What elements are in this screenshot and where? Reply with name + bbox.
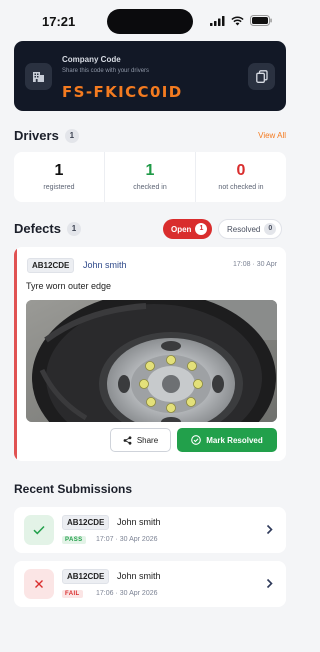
share-button-label: Share (136, 435, 159, 445)
submission-plate: AB12CDE (62, 515, 110, 530)
stat-registered: 1 registered (14, 152, 104, 202)
filter-open-count: 1 (195, 223, 208, 235)
stat-not-checked-in-value: 0 (236, 162, 246, 179)
filter-resolved-count: 0 (264, 223, 277, 235)
defect-description: Tyre worn outer edge (26, 281, 112, 291)
dynamic-island (107, 9, 193, 34)
company-code-subtitle: Share this code with your drivers (62, 68, 150, 74)
submission-time: 17:07 · 30 Apr 2026 (96, 536, 158, 543)
company-code-value: FS-FKICC0ID (62, 83, 183, 101)
filter-resolved-label: Resolved (227, 224, 261, 234)
defect-card[interactable]: AB12CDE John smith 17:08 · 30 Apr Tyre w… (14, 247, 286, 461)
signal-icon (210, 15, 225, 26)
defect-plate: AB12CDE (27, 258, 75, 273)
check-icon (33, 525, 45, 535)
pass-status-icon (24, 515, 54, 545)
stat-registered-value: 1 (54, 162, 64, 179)
filter-open-tab[interactable]: Open 1 (163, 219, 213, 239)
defects-section-header: Defects 1 (14, 221, 81, 236)
wifi-icon (231, 15, 244, 25)
submission-time: 17:06 · 30 Apr 2026 (96, 590, 158, 597)
drivers-title: Drivers (14, 128, 59, 143)
drivers-section-header: Drivers 1 (14, 128, 79, 143)
defects-title: Defects (14, 221, 61, 236)
defect-driver-name: John smith (83, 260, 127, 270)
building-icon (25, 63, 52, 90)
status-icons (210, 15, 272, 26)
stat-checked-in-value: 1 (145, 162, 155, 179)
company-code-card: Company Code Share this code with your d… (14, 41, 286, 111)
stat-not-checked-in: 0 not checked in (195, 152, 286, 202)
filter-resolved-tab[interactable]: Resolved 0 (218, 219, 283, 239)
defects-count-badge: 1 (66, 221, 81, 236)
stat-checked-in: 1 checked in (104, 152, 195, 202)
submission-status-badge: PASS (62, 536, 86, 544)
submission-plate: AB12CDE (62, 569, 110, 584)
mark-resolved-label: Mark Resolved (206, 435, 263, 445)
copy-code-button[interactable] (248, 63, 275, 90)
chevron-right-icon (266, 524, 273, 535)
stat-registered-label: registered (43, 184, 75, 191)
share-button[interactable]: Share (110, 428, 171, 452)
drivers-stats-card: 1 registered 1 checked in 0 not checked … (14, 152, 286, 202)
battery-icon (250, 15, 272, 26)
submission-status-badge: FAIL (62, 590, 83, 598)
mark-resolved-button[interactable]: Mark Resolved (177, 428, 277, 452)
stat-checked-in-label: checked in (133, 184, 167, 191)
cross-icon (35, 580, 43, 588)
check-circle-icon (191, 435, 202, 445)
defect-photo[interactable] (26, 300, 277, 422)
share-icon (123, 435, 132, 445)
status-bar: 17:21 (0, 0, 300, 44)
view-all-link[interactable]: View All (258, 131, 286, 140)
drivers-count-badge: 1 (64, 128, 79, 143)
defect-timestamp: 17:08 · 30 Apr (233, 261, 277, 268)
copy-icon (255, 70, 268, 83)
submission-card[interactable]: AB12CDE John smith FAIL 17:06 · 30 Apr 2… (14, 561, 286, 607)
submission-driver: John smith (117, 571, 161, 581)
status-time: 17:21 (42, 14, 76, 29)
submission-driver: John smith (117, 517, 161, 527)
recent-submissions-title: Recent Submissions (14, 482, 133, 496)
chevron-right-icon (266, 578, 273, 589)
stat-not-checked-in-label: not checked in (218, 184, 264, 191)
filter-open-label: Open (171, 224, 192, 234)
company-code-title: Company Code (62, 55, 121, 64)
fail-status-icon (24, 569, 54, 599)
submission-card[interactable]: AB12CDE John smith PASS 17:07 · 30 Apr 2… (14, 507, 286, 553)
